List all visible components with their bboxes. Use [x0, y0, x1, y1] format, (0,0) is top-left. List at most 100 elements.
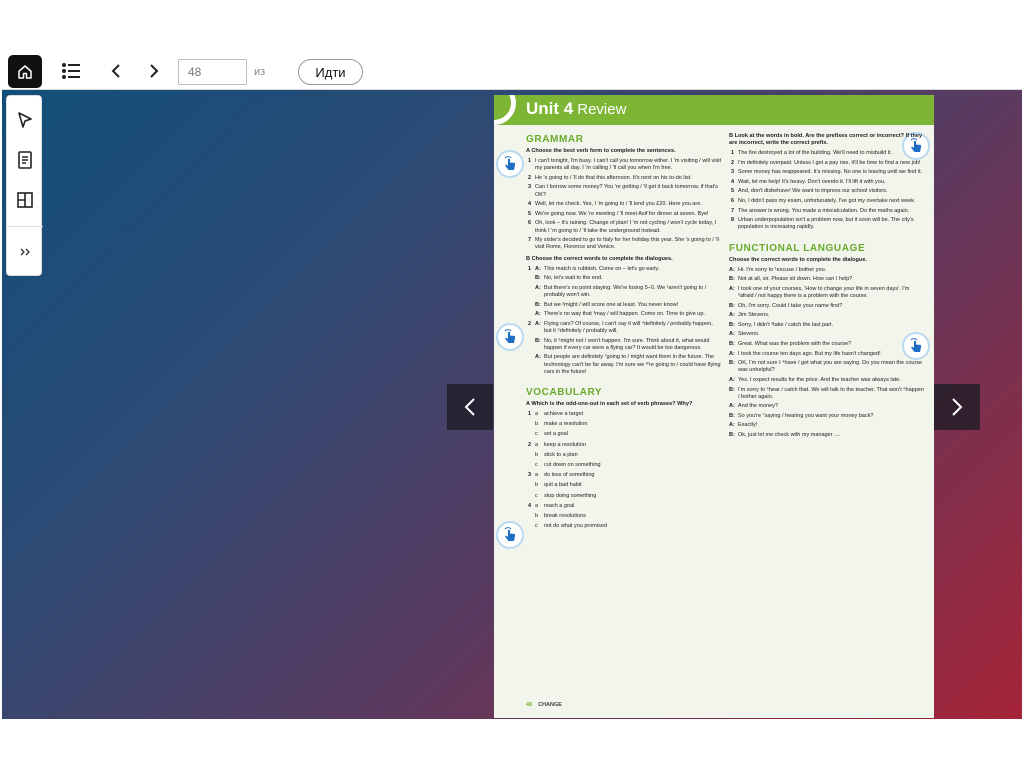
grammar-b-activity-button[interactable] — [496, 323, 524, 351]
set-number — [526, 513, 535, 520]
vocabulary-a-activity-button[interactable] — [496, 521, 524, 549]
item-text: I'm definitely overpaid. Unless I get a … — [738, 159, 921, 166]
dialogue-text: So you're ⁷saying / hearing you want you… — [738, 412, 874, 419]
vocab-option: b break resolutions — [526, 513, 721, 520]
dialogue-number — [526, 354, 535, 376]
dialogue-text: No, let's wait to the end. — [544, 275, 603, 282]
next-page-button[interactable] — [142, 58, 166, 84]
layout-button[interactable] — [7, 182, 43, 218]
item-text: Can I borrow some money? You 're getting… — [535, 184, 718, 198]
dialogue-text: Sorry, I didn't ³take / catch the last p… — [738, 321, 834, 328]
speaker-label: B: — [729, 340, 735, 347]
item-text: Some money has reappeared. It's missing.… — [738, 169, 923, 176]
dialogue-number: 1 — [528, 265, 532, 272]
set-number — [526, 523, 535, 530]
prev-spread-button[interactable] — [447, 384, 493, 430]
pointer-icon — [18, 112, 32, 128]
dialogue-number — [526, 285, 535, 299]
list-icon — [62, 63, 80, 79]
next-spread-button[interactable] — [934, 384, 980, 430]
tap-hand-icon — [504, 329, 515, 343]
vocabulary-b-list: 1 The fire destroyed a lot of the buildin… — [729, 150, 924, 232]
item-text: Urban underpopulation isn't a problem no… — [738, 217, 914, 231]
home-button[interactable] — [8, 55, 42, 88]
vocab-option: 2 a keep a resolution — [526, 442, 721, 449]
item-text: We're going now. We 're meeting / 'll me… — [535, 210, 709, 217]
vocab-option: b make a resolution — [526, 421, 721, 428]
unit-subtitle: Review — [577, 101, 627, 118]
speaker-label: B: — [729, 302, 735, 309]
vocabulary-b-item: 1 The fire destroyed a lot of the buildin… — [729, 150, 924, 157]
vocabulary-heading: VOCABULARY — [526, 386, 603, 398]
set-number — [526, 431, 535, 438]
speaker-label: B: — [729, 432, 735, 439]
item-text: I can't tonight, I'm busy. I can't call … — [535, 158, 721, 172]
functional-language-heading: FUNCTIONAL LANGUAGE — [729, 242, 866, 254]
vocab-option: b quit a bad habit — [526, 482, 721, 489]
vocab-option: c set a goal — [526, 431, 721, 438]
dialogue-text: OK, I'm not sure I ⁴have / get what you … — [738, 360, 923, 374]
dialogue-line: B: So you're ⁷saying / hearing you want y… — [729, 413, 924, 420]
page-footer: 48 CHANGE — [526, 702, 562, 708]
item-number: 1 — [731, 150, 735, 156]
dialogue-line: 2 A: Flying cars? Of course, I can't say i… — [526, 321, 721, 335]
item-text: Oh, look – it's raining. Change of plan!… — [535, 220, 717, 234]
go-button[interactable]: Идти — [298, 59, 363, 85]
tap-hand-icon — [504, 527, 515, 541]
dialogue-text: Flying cars? Of course, I can't say it w… — [544, 320, 713, 334]
grammar-a-item: 5 We're going now. We 're meeting / 'll m… — [526, 211, 721, 218]
speaker-label: B: — [729, 360, 735, 367]
dialogue-number — [526, 275, 535, 282]
dialogue-text: No, it ⁶might not / won't happen. I'm su… — [544, 337, 710, 351]
grammar-a-activity-button[interactable] — [496, 150, 524, 178]
option-text: quit a bad habit — [544, 482, 582, 489]
side-toolbar-divider — [7, 226, 43, 227]
select-tool-button[interactable] — [7, 102, 43, 138]
dialogue-line: B: No, it ⁶might not / won't happen. I'm … — [526, 338, 721, 352]
grammar-b-instruction: B Choose the correct words to complete t… — [526, 255, 673, 262]
set-number — [526, 452, 535, 459]
item-text: My sister's decided to go to Italy for h… — [535, 237, 719, 251]
grammar-a-item: 3 Can I borrow some money? You 're gettin… — [526, 184, 721, 198]
expand-toolbar-button[interactable] — [7, 234, 43, 270]
option-letter: a — [535, 410, 539, 417]
page-number-input[interactable] — [178, 59, 247, 85]
speaker-label: B: — [729, 412, 735, 419]
option-text: set a goal — [544, 431, 568, 438]
option-letter: c — [535, 523, 538, 530]
dialogue-number — [526, 302, 535, 309]
functional-instruction: Choose the correct words to complete the… — [729, 256, 868, 263]
item-text: The fire destroyed a lot of the building… — [738, 150, 893, 156]
dialogue-line: B: Great. What was the problem with the c… — [729, 341, 924, 348]
unit-title: Unit 4 Review — [526, 99, 626, 119]
item-number: 2 — [528, 174, 532, 181]
chevron-right-icon — [952, 398, 963, 416]
dialogue-text: I'm sorry to ⁵hear / catch that. We will… — [738, 386, 924, 400]
set-number — [526, 462, 535, 469]
set-number: 3 — [528, 472, 532, 479]
dialogue-line: B: Ok, just let me check with my manager … — [729, 432, 924, 439]
dialogue-line: A: Yes. I expect results for the price. A… — [729, 377, 924, 384]
option-letter: c — [535, 492, 538, 499]
item-number: 2 — [731, 159, 735, 166]
dialogue-line: A: Jim Stevens. — [729, 312, 924, 319]
toc-button[interactable] — [58, 58, 84, 84]
notes-button[interactable] — [7, 142, 43, 178]
speaker-label: A: — [535, 311, 541, 318]
dialogue-line: B: I'm sorry to ⁵hear / catch that. We wi… — [729, 387, 924, 401]
chevron-right-icon — [150, 64, 159, 78]
item-number: 4 — [528, 201, 532, 208]
option-text: break resolutions — [544, 512, 586, 519]
vocab-option: 3 a do less of something — [526, 472, 721, 479]
speaker-label: B: — [729, 276, 735, 283]
item-number: 3 — [528, 184, 532, 191]
item-number: 7 — [731, 207, 735, 214]
speaker-label: A: — [535, 320, 541, 327]
option-text: reach a goal — [544, 502, 575, 509]
dialogue-text: Exactly! — [738, 422, 758, 429]
dialogue-text: Hi. I'm sorry to ¹excuse / bother you. — [738, 266, 827, 273]
vocabulary-b-item: 6 No, I didn't pass my exam, unfortunatel… — [729, 198, 924, 205]
dialogue-text: Jim Stevens. — [738, 312, 770, 319]
prev-page-button[interactable] — [104, 58, 128, 84]
item-number: 8 — [731, 217, 735, 224]
